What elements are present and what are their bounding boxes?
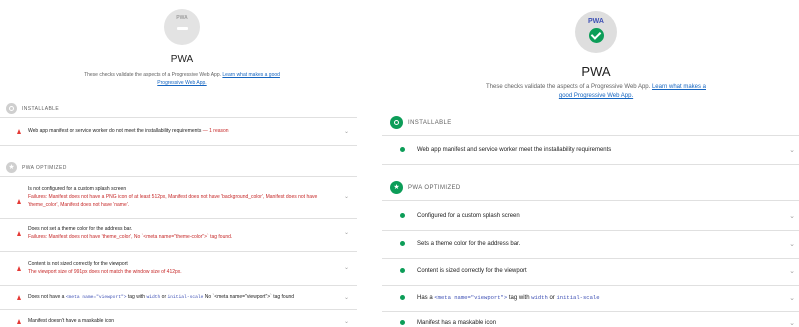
audit-row-splash-screen[interactable]: Configured for a custom splash screen ⌄: [382, 212, 799, 221]
chevron-down-icon[interactable]: ⌄: [789, 212, 795, 220]
audit-row-viewport-size[interactable]: Content is sized correctly for the viewp…: [382, 267, 799, 276]
chevron-down-icon[interactable]: ⌄: [789, 294, 795, 302]
divider: [382, 285, 799, 286]
code-snippet: initial-scale: [556, 294, 600, 301]
audit-detail: The viewport size of 991px does not matc…: [28, 268, 182, 275]
pass-dot-icon: [400, 320, 405, 325]
check-icon: [588, 28, 604, 43]
gauge-label: PWA: [176, 15, 188, 21]
audit-title: Manifest doesn't have a maskable icon: [28, 318, 115, 324]
warning-triangle-icon: [17, 129, 21, 134]
audit-row-splash-screen[interactable]: Is not configured for a custom splash sc…: [0, 186, 357, 209]
optimized-group-icon: ★: [390, 181, 403, 194]
installable-group-icon: [6, 103, 17, 114]
code-snippet: width: [531, 294, 548, 301]
divider: [0, 218, 357, 219]
installable-group-header: INSTALLABLE: [0, 103, 59, 114]
audit-row-installable[interactable]: Web app manifest or service worker do no…: [0, 128, 357, 136]
audit-title: Configured for a custom splash screen: [417, 213, 520, 219]
divider: [382, 135, 799, 136]
audit-title: Content is not sized correctly for the v…: [28, 261, 128, 267]
divider: [0, 285, 357, 286]
chevron-down-icon[interactable]: ⌄: [789, 267, 795, 275]
audit-title: Does not set a theme color for the addre…: [28, 226, 133, 232]
code-snippet: width: [146, 295, 161, 300]
audit-title: Sets a theme color for the address bar.: [417, 241, 521, 247]
audit-extra: — 1 reason: [202, 128, 229, 134]
chevron-down-icon[interactable]: ⌄: [789, 146, 795, 154]
code-snippet: <meta name="viewport">: [434, 294, 508, 301]
divider: [382, 258, 799, 259]
chevron-down-icon[interactable]: ⌄: [344, 128, 349, 135]
pwa-optimized-group-header: ★ PWA OPTIMIZED: [0, 162, 67, 173]
warning-triangle-icon: [17, 199, 21, 204]
divider: [0, 117, 357, 118]
warning-triangle-icon: [17, 295, 21, 300]
divider: [0, 309, 357, 310]
chevron-down-icon[interactable]: ⌄: [344, 229, 349, 236]
pass-dot-icon: [400, 295, 405, 300]
warning-triangle-icon: [17, 266, 21, 271]
chevron-down-icon[interactable]: ⌄: [344, 318, 349, 325]
category-title: PWA: [581, 64, 611, 79]
pass-dot-icon: [400, 241, 405, 246]
gauge-label: PWA: [588, 18, 604, 25]
divider: [0, 176, 357, 177]
audit-title: Manifest has a maskable icon: [417, 320, 497, 326]
audit-title: Web app manifest and service worker meet…: [417, 147, 612, 153]
divider: [0, 251, 357, 252]
audit-row-viewport-size[interactable]: Content is not sized correctly for the v…: [0, 261, 357, 277]
warning-triangle-icon: [17, 319, 21, 324]
divider: [382, 230, 799, 231]
installable-group-icon: [390, 116, 403, 129]
right-report-panel: PWA PWA These checks validate the aspect…: [382, 0, 799, 327]
pwa-optimized-group-header: ★ PWA OPTIMIZED: [382, 181, 461, 194]
chevron-down-icon[interactable]: ⌄: [344, 193, 349, 200]
audit-detail: Failures: Manifest does not have 'theme_…: [28, 233, 233, 240]
pass-dot-icon: [400, 147, 405, 152]
pwa-score-gauge: PWA: [575, 11, 617, 53]
chevron-down-icon[interactable]: ⌄: [344, 264, 349, 271]
dash-icon: [176, 27, 188, 30]
pwa-score-gauge: PWA: [164, 9, 200, 45]
pass-dot-icon: [400, 213, 405, 218]
audit-row-maskable-icon[interactable]: Manifest doesn't have a maskable icon ⌄: [0, 318, 357, 326]
divider: [382, 164, 799, 165]
audit-title: Is not configured for a custom splash sc…: [28, 186, 127, 192]
chevron-down-icon[interactable]: ⌄: [789, 240, 795, 248]
category-description: These checks validate the aspects of a P…: [485, 84, 706, 100]
left-report-panel: PWA PWA These checks validate the aspect…: [0, 0, 357, 327]
installable-group-header: INSTALLABLE: [382, 116, 452, 129]
code-snippet: initial-scale: [167, 295, 204, 300]
audit-title: Content is sized correctly for the viewp…: [417, 268, 527, 274]
category-description: These checks validate the aspects of a P…: [84, 72, 280, 86]
chevron-down-icon[interactable]: ⌄: [789, 319, 795, 327]
audit-row-meta-viewport[interactable]: Has a <meta name="viewport"> tag with wi…: [382, 294, 799, 303]
audit-row-theme-color[interactable]: Sets a theme color for the address bar. …: [382, 240, 799, 249]
divider: [0, 145, 357, 146]
warning-triangle-icon: [17, 231, 21, 236]
audit-row-maskable-icon[interactable]: Manifest has a maskable icon ⌄: [382, 319, 799, 327]
chevron-down-icon[interactable]: ⌄: [344, 294, 349, 301]
code-snippet: <meta name="viewport">: [65, 295, 127, 300]
category-title: PWA: [170, 54, 194, 65]
audit-row-installable[interactable]: Web app manifest and service worker meet…: [382, 146, 799, 155]
divider: [382, 200, 799, 201]
audit-row-meta-viewport[interactable]: Does not have a <meta name="viewport"> t…: [0, 294, 357, 302]
optimized-group-icon: ★: [6, 162, 17, 173]
pass-dot-icon: [400, 268, 405, 273]
audit-row-theme-color[interactable]: Does not set a theme color for the addre…: [0, 226, 357, 242]
divider: [382, 311, 799, 312]
audit-detail: Failures: Manifest does not have a PNG i…: [28, 193, 318, 208]
